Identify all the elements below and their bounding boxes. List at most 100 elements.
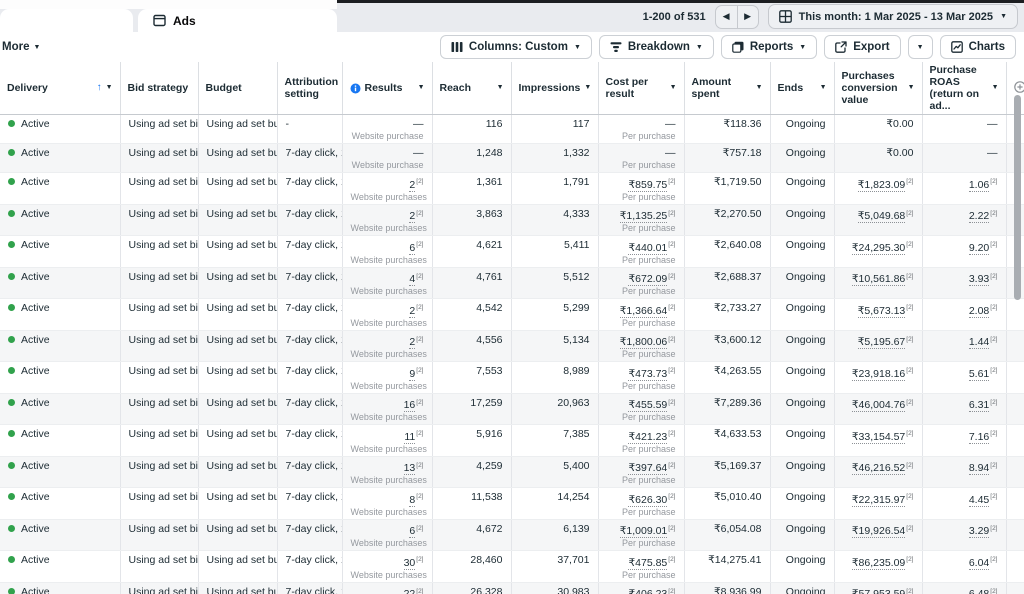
column-header-results[interactable]: Results▼ — [342, 62, 432, 115]
table-row[interactable]: ActiveUsing ad set bid str...Using ad se… — [0, 144, 1024, 173]
table-row[interactable]: ActiveUsing ad set bid str...Using ad se… — [0, 488, 1024, 520]
table-row[interactable]: ActiveUsing ad set bid str...Using ad se… — [0, 582, 1024, 594]
column-header-ends[interactable]: Ends▼ — [770, 62, 834, 115]
table-row[interactable]: ActiveUsing ad set bid str...Using ad se… — [0, 204, 1024, 236]
cell-value: 14,254 — [520, 491, 590, 503]
vertical-scrollbar[interactable] — [1014, 95, 1021, 300]
table-row[interactable]: ActiveUsing ad set bid str...Using ad se… — [0, 362, 1024, 394]
previous-page-button[interactable]: ◀ — [716, 6, 737, 28]
cell-amount-spent: ₹2,270.50 — [684, 204, 770, 236]
cell-value: ₹1,823.09[2] — [843, 176, 914, 191]
column-header-budget[interactable]: Budget — [198, 62, 277, 115]
cell-value: 1.06[2] — [931, 176, 998, 191]
tab-ads-label: Ads — [173, 14, 196, 28]
more-button[interactable]: More ▼ — [0, 41, 40, 53]
column-header-impressions[interactable]: Impressions▼ — [511, 62, 598, 115]
columns-icon — [451, 41, 463, 53]
tab-previous-partial[interactable] — [0, 9, 133, 32]
column-header-bid-strategy[interactable]: Bid strategy — [120, 62, 198, 115]
cell-value: 6.48[2] — [931, 586, 998, 594]
chevron-down-icon[interactable]: ▼ — [908, 82, 915, 94]
estimate-marker: [2] — [990, 241, 997, 248]
add-column-icon[interactable] — [1014, 81, 1024, 93]
table-row[interactable]: ActiveUsing ad set bid str...Using ad se… — [0, 330, 1024, 362]
table-row[interactable]: ActiveUsing ad set bid str...Using ad se… — [0, 456, 1024, 488]
table-row[interactable]: ActiveUsing ad set bid str...Using ad se… — [0, 173, 1024, 205]
column-header-reach[interactable]: Reach▼ — [432, 62, 511, 115]
cell-sublabel: Per purchase — [607, 255, 676, 266]
cell-reach: 3,863 — [432, 204, 511, 236]
column-header-purchases-conversion-value[interactable]: Purchases conversion value▼ — [834, 62, 922, 115]
table-row[interactable]: ActiveUsing ad set bid str...Using ad se… — [0, 115, 1024, 144]
table-row[interactable]: ActiveUsing ad set bid str...Using ad se… — [0, 551, 1024, 583]
chevron-down-icon[interactable]: ▼ — [106, 82, 113, 94]
cell-reach: 5,916 — [432, 425, 511, 457]
column-header-amount-spent[interactable]: Amount spent▼ — [684, 62, 770, 115]
columns-button-label: Columns: Custom — [469, 41, 568, 53]
cell-attribution-setting: 7-day click, 1-d... — [277, 488, 342, 520]
chevron-down-icon[interactable]: ▼ — [584, 82, 591, 94]
export-button[interactable]: Export — [824, 35, 900, 59]
chevron-down-icon[interactable]: ▼ — [497, 82, 504, 94]
table-toolbar: More ▼ Columns: Custom ▼ Breakdown — [0, 32, 1024, 62]
date-range-button[interactable]: This month: 1 Mar 2025 - 13 Mar 2025 ▼ — [768, 4, 1018, 29]
columns-button[interactable]: Columns: Custom ▼ — [440, 35, 592, 59]
cell-cost-per-result: —Per purchase — [598, 144, 684, 173]
reports-button[interactable]: Reports ▼ — [721, 35, 817, 59]
cell-bid-strategy: Using ad set bid str... — [120, 582, 198, 594]
cell-ends: Ongoing — [770, 519, 834, 551]
estimate-marker: [2] — [668, 588, 675, 594]
cell-ends: Ongoing — [770, 204, 834, 236]
chevron-down-icon[interactable]: ▼ — [992, 82, 999, 94]
estimate-marker: [2] — [416, 493, 423, 500]
tab-ads[interactable]: Ads — [138, 9, 337, 32]
cell-purchases-conversion-value: ₹5,049.68[2] — [834, 204, 922, 236]
cell-impressions: 4,333 — [511, 204, 598, 236]
column-header-label: Delivery — [7, 82, 93, 94]
chevron-down-icon[interactable]: ▼ — [670, 82, 677, 94]
cell-value: 4,333 — [520, 208, 590, 220]
cell-value: 116 — [441, 118, 503, 130]
table-row[interactable]: ActiveUsing ad set bid str...Using ad se… — [0, 299, 1024, 331]
charts-button[interactable]: Charts — [940, 35, 1016, 59]
cell-cost-per-result: ₹406.23[2]Per purchase — [598, 582, 684, 594]
cell-value: 5,512 — [520, 271, 590, 283]
cell-ends: Ongoing — [770, 393, 834, 425]
chevron-down-icon[interactable]: ▼ — [820, 82, 827, 94]
active-status-dot — [8, 241, 15, 248]
cell-cost-per-result: ₹1,135.25[2]Per purchase — [598, 204, 684, 236]
table-row[interactable]: ActiveUsing ad set bid str...Using ad se… — [0, 267, 1024, 299]
cell-impressions: 14,254 — [511, 488, 598, 520]
column-header-cost-per-result[interactable]: Cost per result▼ — [598, 62, 684, 115]
table-row[interactable]: ActiveUsing ad set bid str...Using ad se… — [0, 519, 1024, 551]
cell-reach: 1,248 — [432, 144, 511, 173]
cell-amount-spent: ₹4,633.53 — [684, 425, 770, 457]
chevron-down-icon[interactable]: ▼ — [756, 82, 763, 94]
export-options-button[interactable]: ▼ — [908, 35, 933, 59]
cell-delivery: Active — [0, 362, 120, 394]
info-icon[interactable] — [350, 83, 361, 94]
cell-value: 2.22[2] — [931, 208, 998, 223]
estimate-marker: [2] — [668, 273, 675, 280]
cell-value: 6[2] — [351, 239, 424, 254]
cell-value: ₹2,640.08 — [693, 239, 762, 251]
cell-results: 6[2]Website purchases — [342, 519, 432, 551]
chevron-down-icon[interactable]: ▼ — [418, 82, 425, 94]
breakdown-button[interactable]: Breakdown ▼ — [599, 35, 714, 59]
table-row[interactable]: ActiveUsing ad set bid str...Using ad se… — [0, 236, 1024, 268]
cell-impressions: 6,139 — [511, 519, 598, 551]
cell-value: 1,332 — [520, 147, 590, 159]
estimate-marker: [2] — [416, 588, 423, 594]
column-header-attribution-setting[interactable]: Attribution setting — [277, 62, 342, 115]
table-row[interactable]: ActiveUsing ad set bid str...Using ad se… — [0, 393, 1024, 425]
cell-value: ₹421.23[2] — [607, 428, 676, 443]
column-header-delivery[interactable]: Delivery↑▼ — [0, 62, 120, 115]
estimate-marker: [2] — [990, 304, 997, 311]
cell-bid-strategy: Using ad set bid str... — [120, 393, 198, 425]
cell-sublabel: Per purchase — [607, 507, 676, 518]
table-row[interactable]: ActiveUsing ad set bid str...Using ad se… — [0, 425, 1024, 457]
column-header-purchase-roas[interactable]: Purchase ROAS (return on ad...▼ — [922, 62, 1006, 115]
next-page-button[interactable]: ▶ — [737, 6, 758, 28]
cell-spacer — [1006, 582, 1024, 594]
cell-purchase-roas: 3.93[2] — [922, 267, 1006, 299]
